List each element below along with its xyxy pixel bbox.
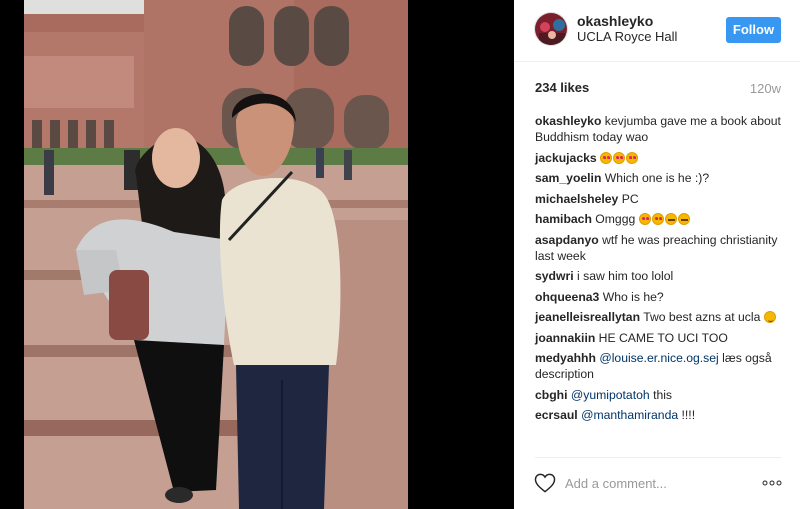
comment-mention[interactable]: @manthamiranda <box>581 408 678 422</box>
likes-count[interactable]: 234 likes <box>535 80 589 95</box>
comment-username[interactable]: jeanelleisreallytan <box>535 310 640 324</box>
heart-emoji-icon <box>613 151 626 164</box>
comment-list: okashleyko kevjumba gave me a book about… <box>535 113 785 428</box>
cry-emoji-icon <box>677 213 690 225</box>
add-comment-input[interactable] <box>565 474 745 492</box>
comment-text: PC <box>621 191 639 206</box>
heart-emoji-icon <box>626 151 639 164</box>
comment-username[interactable]: sam_yoelin <box>535 171 601 185</box>
comment-text: i saw him too lolol <box>577 269 674 283</box>
comment-text: Two best azns at ucla <box>643 310 761 324</box>
heart-emoji-icon <box>600 151 613 164</box>
comment-mention[interactable]: @yumipotatoh <box>571 388 650 402</box>
comment-item: jeanelleisreallytan Two best azns at ucl… <box>535 309 785 325</box>
comment-item: sam_yoelin Which one is he :)? <box>535 170 785 186</box>
comment-item: joannakiin HE CAME TO UCI TOO <box>535 330 785 346</box>
comment-item: cbghi @yumipotatoh this <box>535 387 785 403</box>
comment-item: ohqueena3 Who is he? <box>535 289 785 305</box>
comment-text: Who is he? <box>602 289 664 304</box>
comment-mention[interactable]: @louise.er.nice.og.sej <box>599 351 718 365</box>
photo-pane <box>0 0 514 509</box>
comment-username[interactable]: asapdanyo <box>535 233 599 247</box>
post-location[interactable]: UCLA Royce Hall <box>577 29 677 44</box>
avatar[interactable] <box>534 12 568 46</box>
heart-emoji-icon <box>638 213 651 225</box>
comment-item: ecrsaul @manthamiranda !!!! <box>535 407 785 423</box>
comment-item: okashleyko kevjumba gave me a book about… <box>535 113 785 145</box>
comment-text: !!!! <box>681 408 696 422</box>
follow-button[interactable]: Follow <box>726 17 781 43</box>
divider <box>535 457 781 458</box>
comment-text: HE CAME TO UCI TOO <box>598 330 728 345</box>
comment-username[interactable]: sydwri <box>535 269 574 283</box>
heart-outline-icon[interactable] <box>534 473 556 493</box>
comment-username[interactable]: hamibach <box>535 212 592 226</box>
post-photo[interactable] <box>24 0 408 509</box>
post-sidebar: okashleyko UCLA Royce Hall Follow 234 li… <box>514 0 800 509</box>
wink-emoji-icon <box>763 311 776 323</box>
comment-item: jackujacks <box>535 150 785 166</box>
comment-item: sydwri i saw him too lolol <box>535 268 785 284</box>
comment-username[interactable]: ohqueena3 <box>535 290 599 304</box>
comment-item: hamibach Omggg <box>535 211 785 227</box>
cry-emoji-icon <box>664 213 677 225</box>
comment-text: this <box>653 387 673 402</box>
comment-username[interactable]: jackujacks <box>535 151 597 165</box>
post-author-username[interactable]: okashleyko <box>577 13 653 29</box>
comment-username[interactable]: joannakiin <box>535 331 595 345</box>
comment-username[interactable]: michaelsheley <box>535 192 618 206</box>
comment-username[interactable]: okashleyko <box>535 114 601 128</box>
comment-text: Which one is he :)? <box>604 171 710 185</box>
avatar-image <box>535 13 567 45</box>
heart-emoji-icon <box>651 213 664 225</box>
comment-username[interactable]: medyahhh <box>535 351 596 365</box>
comment-item: asapdanyo wtf he was preaching christian… <box>535 232 785 264</box>
post-age[interactable]: 120w <box>750 81 781 96</box>
comment-text: Omggg <box>595 212 636 226</box>
post-header: okashleyko UCLA Royce Hall Follow <box>514 0 800 62</box>
post-photo-image <box>24 0 408 509</box>
comment-item: michaelsheley PC <box>535 191 785 207</box>
comment-item: medyahhh @louise.er.nice.og.sej læs også… <box>535 350 785 382</box>
comment-username[interactable]: cbghi <box>535 388 568 402</box>
ellipsis-icon[interactable] <box>762 480 782 486</box>
comment-username[interactable]: ecrsaul <box>535 408 578 422</box>
